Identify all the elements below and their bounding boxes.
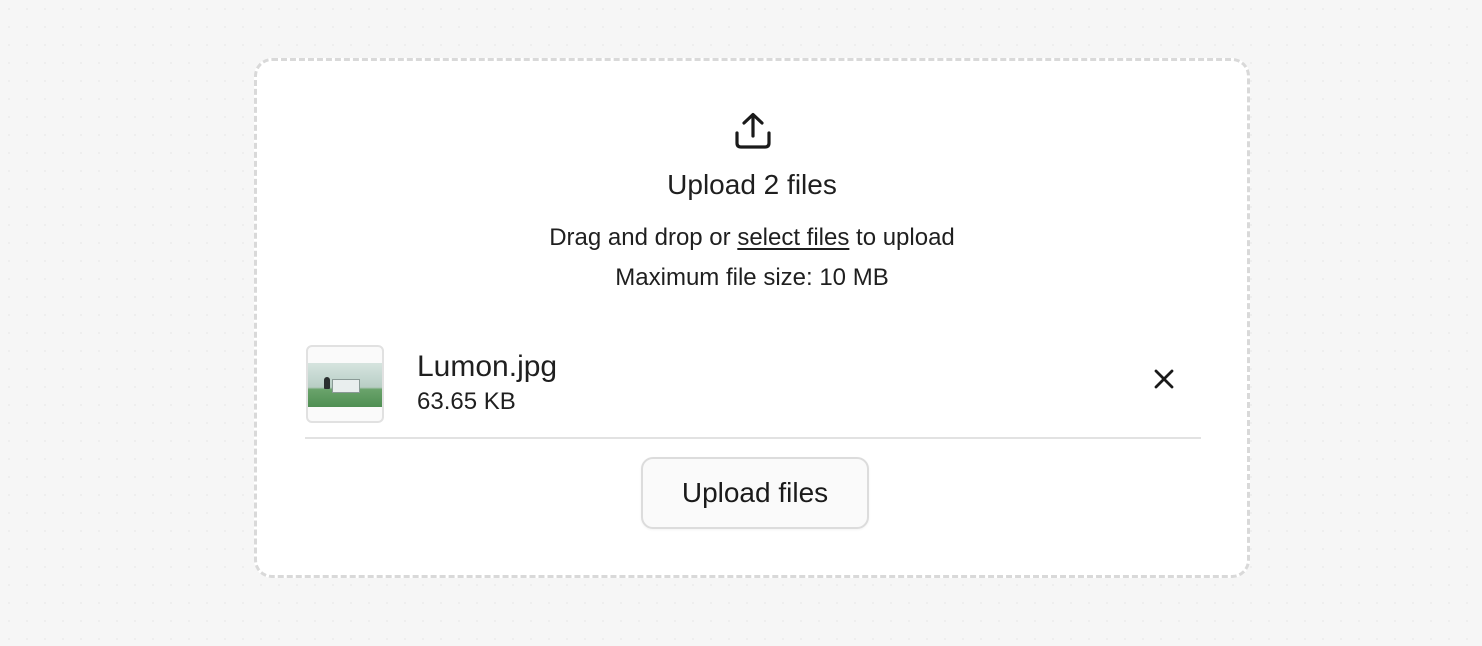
image-thumbnail — [308, 363, 382, 407]
file-size: 63.65 KB — [417, 388, 516, 415]
upload-icon — [733, 111, 773, 151]
dropzone-instructions: Drag and drop or select files to upload — [257, 223, 1247, 253]
file-thumbnail — [306, 345, 384, 423]
dropzone-title: Upload 2 files — [667, 169, 837, 200]
select-files-link[interactable]: select files — [737, 224, 849, 251]
instructions-text-before: Drag and drop or — [549, 224, 738, 251]
close-icon — [1154, 369, 1174, 389]
file-list-item: Lumon.jpg 63.65 KB — [305, 343, 1201, 439]
upload-files-button[interactable]: Upload files — [641, 457, 869, 529]
max-file-size-note: Maximum file size: 10 MB — [615, 264, 889, 291]
instructions-text-after: to upload — [849, 224, 955, 251]
file-name: Lumon.jpg — [417, 350, 558, 383]
file-dropzone[interactable]: Upload 2 files Drag and drop or select f… — [254, 58, 1250, 578]
remove-file-button[interactable] — [1148, 363, 1180, 395]
